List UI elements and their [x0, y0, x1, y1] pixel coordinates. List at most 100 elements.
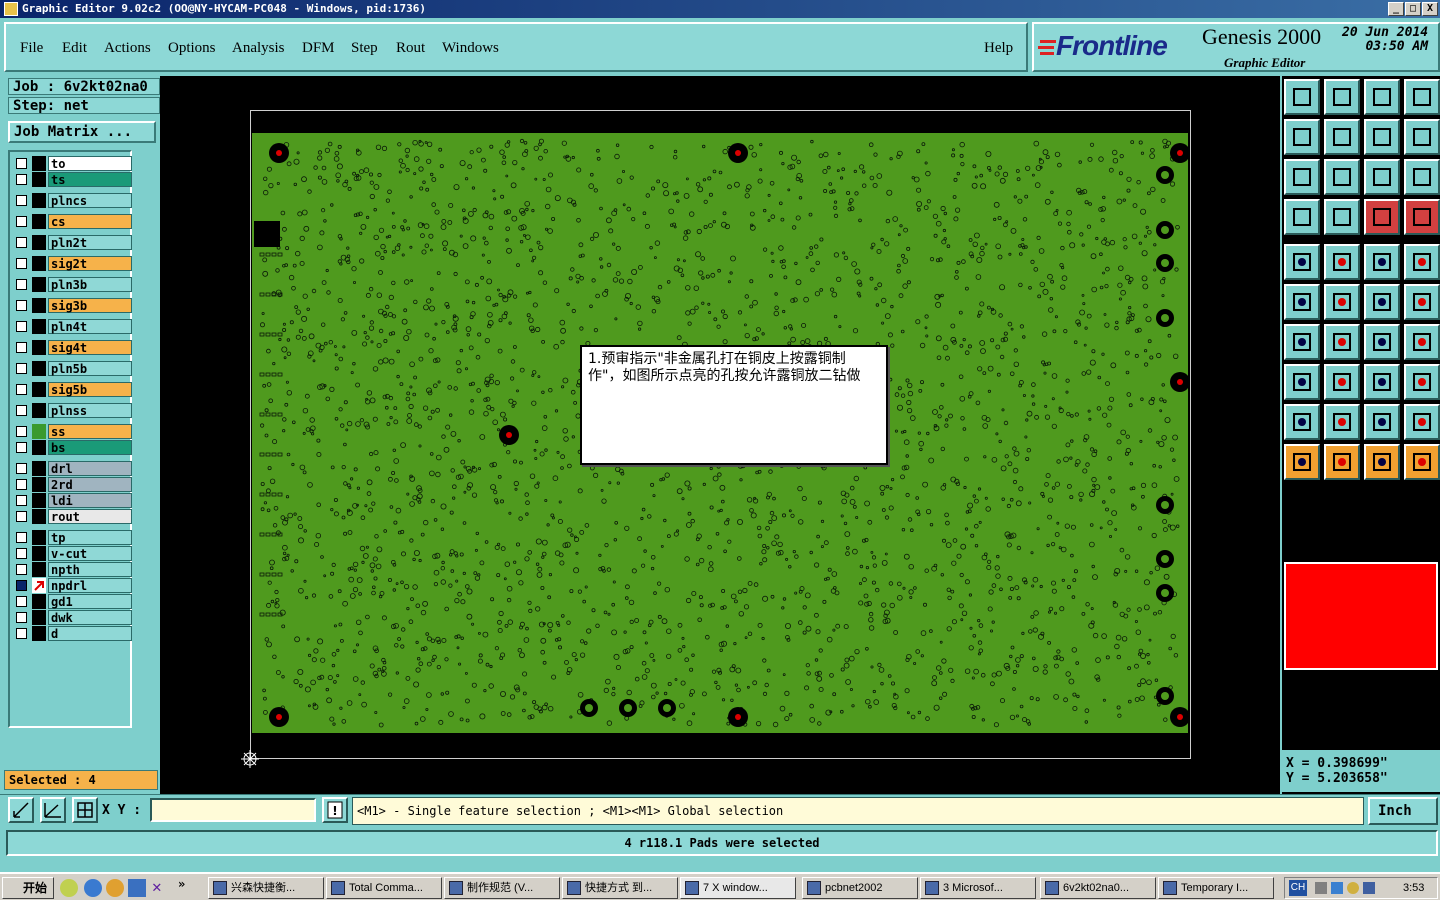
layer-checkbox[interactable] [16, 548, 27, 559]
layer-name[interactable]: drl [48, 461, 132, 476]
layer-checkbox[interactable] [16, 426, 27, 437]
layer-checkbox[interactable] [16, 258, 27, 269]
layer-checkbox[interactable] [16, 479, 27, 490]
layer-row-sig3b[interactable]: sig3b [14, 298, 132, 313]
home-up-icon[interactable] [1284, 79, 1320, 115]
taskbar-item[interactable]: Temporary I... [1158, 877, 1274, 899]
monitor-icon[interactable] [1363, 882, 1375, 894]
layer-name[interactable]: pln3b [48, 277, 132, 292]
layer-checkbox[interactable] [16, 511, 27, 522]
minimize-button[interactable]: _ [1388, 2, 1404, 16]
layer-name[interactable]: rout [48, 509, 132, 524]
taskbar-item[interactable]: 兴森快捷衡... [208, 877, 324, 899]
menu-step[interactable]: Step [351, 40, 378, 57]
layer-checkbox[interactable] [16, 300, 27, 311]
scale-1-2-icon[interactable] [1364, 159, 1400, 195]
layer-name[interactable]: cs [48, 214, 132, 229]
menu-edit[interactable]: Edit [62, 40, 87, 57]
pan-left-icon[interactable] [1284, 119, 1320, 155]
taskbar-item[interactable]: pcbnet2002 [802, 877, 918, 899]
layer-checkbox[interactable] [16, 321, 27, 332]
menu-file[interactable]: File [20, 40, 43, 57]
quick-launch-icon[interactable] [60, 879, 78, 897]
layer-checkbox[interactable] [16, 580, 27, 591]
info-icon[interactable]: ! [322, 797, 348, 823]
layer-red2-icon[interactable] [1404, 199, 1440, 235]
overview-preview[interactable] [1284, 562, 1438, 670]
layer-row-plnss[interactable]: plnss [14, 403, 132, 418]
layer-checkbox[interactable] [16, 158, 27, 169]
menu-windows[interactable]: Windows [442, 40, 499, 57]
layer-name[interactable]: sig4t [48, 340, 132, 355]
snap-icon[interactable] [8, 797, 34, 823]
layer-checkbox[interactable] [16, 564, 27, 575]
close-button[interactable]: X [1422, 2, 1438, 16]
layer-name[interactable]: tp [48, 530, 132, 545]
layer-row-npdrl[interactable]: npdrl [14, 578, 132, 593]
cross-node-icon[interactable] [1324, 284, 1360, 320]
layer-name[interactable]: v-cut [48, 546, 132, 561]
tray-icon[interactable] [1315, 882, 1327, 894]
ruler-icon[interactable] [1364, 244, 1400, 280]
layer-row-ts[interactable]: ts [14, 172, 132, 187]
layer-name[interactable]: sig5b [48, 382, 132, 397]
layer-checkbox[interactable] [16, 442, 27, 453]
fit-icon[interactable] [1284, 159, 1320, 195]
arc-icon[interactable] [1364, 324, 1400, 360]
layer-checkbox[interactable] [16, 405, 27, 416]
select-poly-icon[interactable] [1364, 444, 1400, 480]
menu-options[interactable]: Options [168, 40, 216, 57]
layer-name[interactable]: ldi [48, 493, 132, 508]
layer-row-pln2t[interactable]: pln2t [14, 235, 132, 250]
x-icon[interactable]: ✕ [152, 877, 162, 896]
layer-row-sig4t[interactable]: sig4t [14, 340, 132, 355]
pan-right-icon[interactable] [1324, 119, 1360, 155]
angle-icon[interactable] [1284, 324, 1320, 360]
layer-row-d[interactable]: d [14, 626, 132, 641]
dot-icon[interactable] [1404, 244, 1440, 280]
layer-name[interactable]: plnss [48, 403, 132, 418]
layer-row-drl[interactable]: drl [14, 461, 132, 476]
node-icon[interactable] [1284, 284, 1320, 320]
triangle-icon[interactable] [1284, 404, 1320, 440]
layer-checkbox[interactable] [16, 612, 27, 623]
layer-row-pln4t[interactable]: pln4t [14, 319, 132, 334]
layer-row-pln5b[interactable]: pln5b [14, 361, 132, 376]
menu-rout[interactable]: Rout [396, 40, 425, 57]
layer-row-rout[interactable]: rout [14, 509, 132, 524]
layer-row-v-cut[interactable]: v-cut [14, 546, 132, 561]
units-select[interactable]: Inch [1368, 797, 1438, 825]
layer-name[interactable]: d [48, 626, 132, 641]
layer-checkbox[interactable] [16, 384, 27, 395]
layer-name[interactable]: ss [48, 424, 132, 439]
zoom-box-icon[interactable] [1324, 244, 1360, 280]
layer-name[interactable]: 2rd [48, 477, 132, 492]
layer-row-to[interactable]: to [14, 156, 132, 171]
dash-icon[interactable] [1324, 364, 1360, 400]
select-box-icon[interactable] [1324, 444, 1360, 480]
redo-icon[interactable] [1404, 119, 1440, 155]
copy-icon[interactable] [1404, 364, 1440, 400]
volume-icon[interactable] [1347, 882, 1359, 894]
layer-name[interactable]: sig3b [48, 298, 132, 313]
layer-row-ss[interactable]: ss [14, 424, 132, 439]
layer-name[interactable]: pln4t [48, 319, 132, 334]
connect-icon[interactable] [1364, 284, 1400, 320]
connect2-icon[interactable] [1404, 284, 1440, 320]
zoom-center-icon[interactable] [1324, 159, 1360, 195]
taskbar-item[interactable]: Total Comma... [326, 877, 442, 899]
network-icon[interactable] [1331, 882, 1343, 894]
layer-checkbox[interactable] [16, 237, 27, 248]
layer-row-bs[interactable]: bs [14, 440, 132, 455]
layer-name[interactable]: plncs [48, 193, 132, 208]
save-icon[interactable] [1324, 79, 1360, 115]
measure-icon[interactable] [40, 797, 66, 823]
ie-icon[interactable] [84, 879, 102, 897]
layer-row-pln3b[interactable]: pln3b [14, 277, 132, 292]
layer-red-icon[interactable] [1364, 199, 1400, 235]
help-icon[interactable] [1404, 159, 1440, 195]
layer-row-plncs[interactable]: plncs [14, 193, 132, 208]
clock-icon[interactable] [106, 879, 124, 897]
layer-row-sig5b[interactable]: sig5b [14, 382, 132, 397]
taskbar-item[interactable]: 6v2kt02na0... [1040, 877, 1156, 899]
